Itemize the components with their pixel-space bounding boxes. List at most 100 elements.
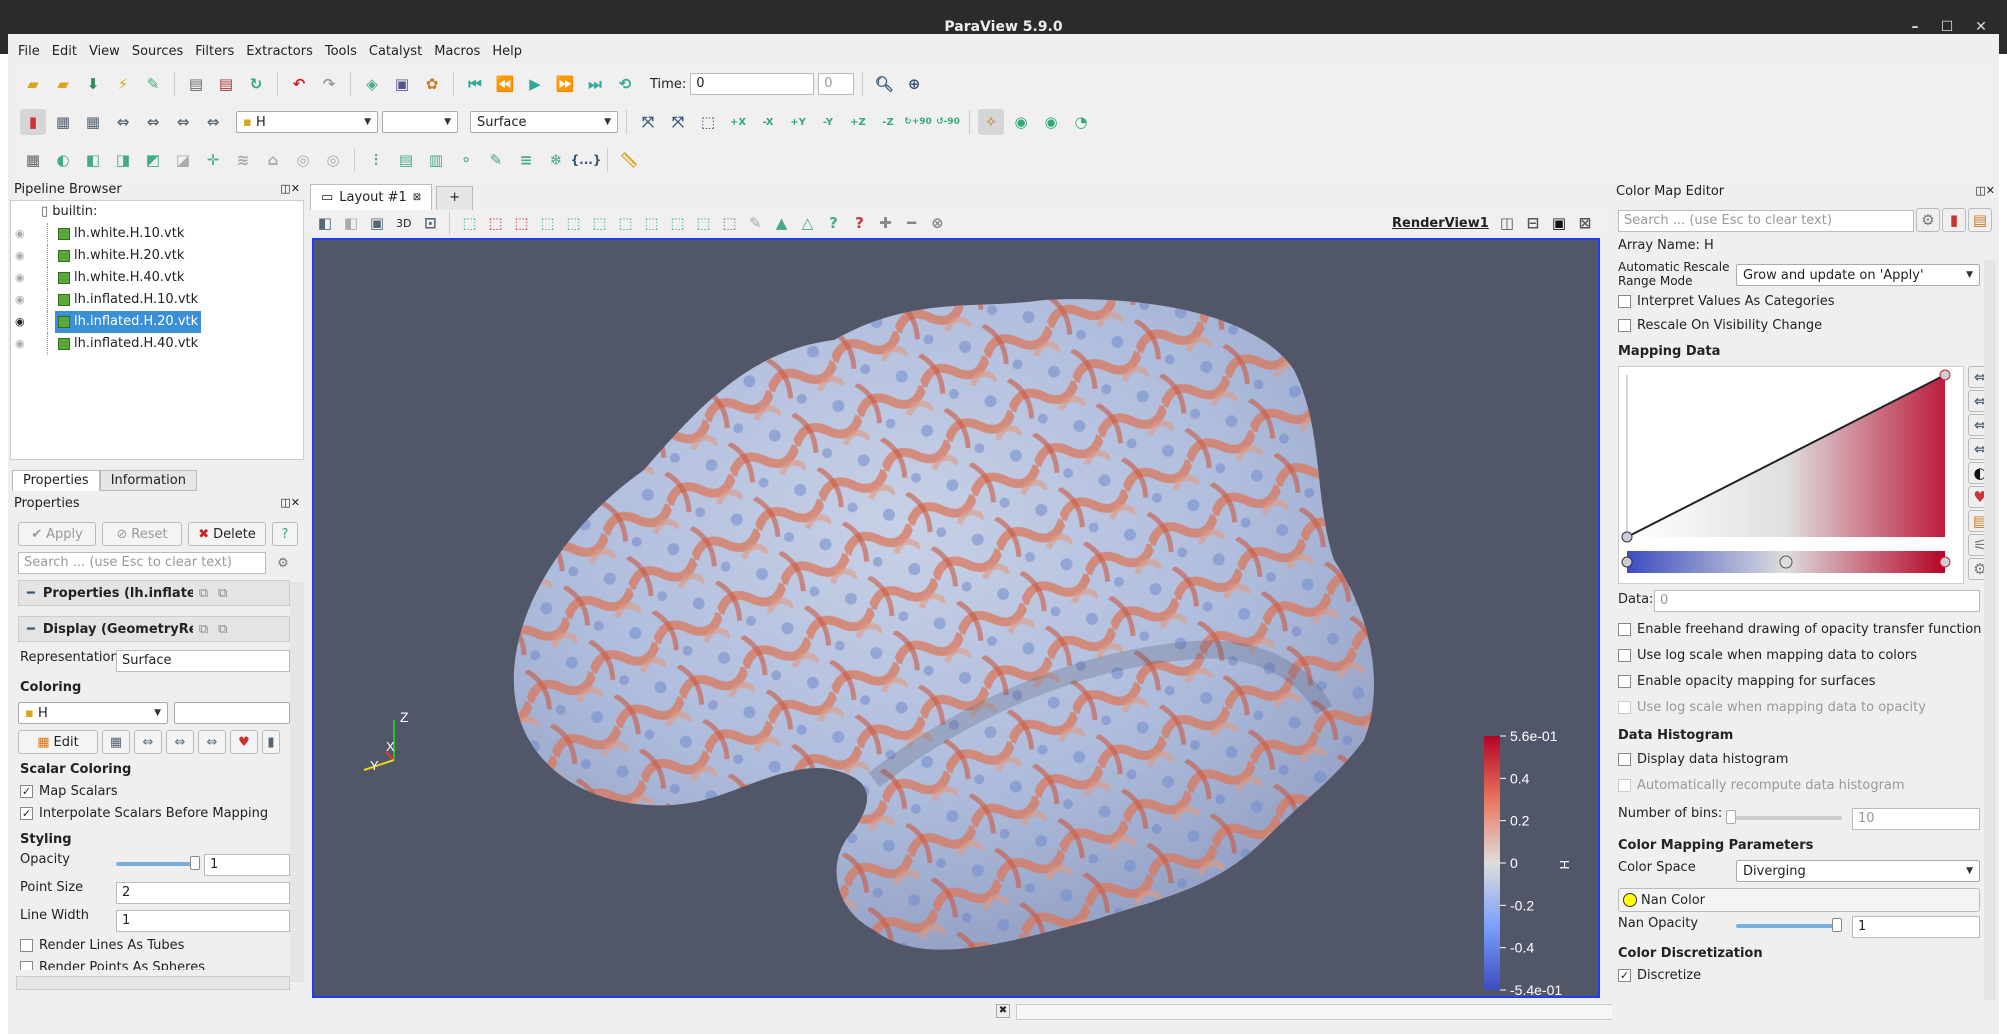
save-data-icon[interactable]: ⬇ (80, 71, 106, 97)
tab-layout-1[interactable]: ▭ Layout #1 ⊠ (310, 184, 433, 210)
rescale-icon[interactable]: ▦ (102, 730, 130, 754)
properties-scrollbar[interactable] (290, 582, 304, 982)
bins-slider-track[interactable] (1726, 816, 1842, 820)
pipeline-root[interactable]: ▯ builtin: (11, 201, 303, 223)
reset-camera-closest-icon[interactable]: ⤧ (665, 109, 691, 135)
render-points-row[interactable]: Render Points As Spheres (20, 960, 205, 970)
opacity-input[interactable]: 1 (204, 854, 290, 876)
select-points-on-icon[interactable]: ⬚ (484, 212, 506, 234)
cme-gear-icon[interactable]: ⚙ (1916, 208, 1940, 232)
freehand-checkbox[interactable] (1618, 623, 1631, 636)
coloring-array-combo[interactable]: ▪ H ▼ (18, 702, 168, 724)
camera-capture-icon[interactable]: ▣ (366, 212, 388, 234)
panel-float-close-icon[interactable]: ◫✕ (280, 496, 300, 509)
calculator-icon[interactable]: ▦ (20, 147, 46, 173)
threed-toggle[interactable]: 3D (392, 217, 415, 230)
log-opacity-checkbox[interactable] (1618, 701, 1631, 714)
cme-search-input[interactable]: Search ... (use Esc to clear text) (1618, 210, 1914, 232)
interpret-categories-checkbox[interactable] (1618, 295, 1631, 308)
log-colors-checkbox[interactable] (1618, 649, 1631, 662)
rotate-minus-90-icon[interactable]: ↺ -90 (935, 109, 961, 135)
first-frame-icon[interactable]: ⏮ (462, 71, 488, 97)
render-points-checkbox[interactable] (20, 961, 33, 970)
add-layout-tab[interactable]: + (436, 186, 474, 210)
edit-color-map-icon[interactable]: ▦ (50, 109, 76, 135)
eye-closed-icon[interactable]: ◉ (15, 267, 25, 289)
properties-horizontal-scrollbar[interactable] (16, 976, 290, 990)
palette-icon[interactable]: ✿ (419, 71, 445, 97)
rescale-custom-icon[interactable]: ⇔ (134, 730, 162, 754)
color-midpoint[interactable] (1779, 555, 1793, 569)
open-recent-icon[interactable]: ▰ (50, 71, 76, 97)
bins-slider-handle[interactable] (1726, 810, 1736, 824)
menu-help[interactable]: Help (486, 44, 528, 66)
group-icon[interactable]: ◎ (290, 147, 316, 173)
opacity-slider-track[interactable] (116, 862, 200, 866)
load-state-icon[interactable]: ▤ (213, 71, 239, 97)
show-center-icon[interactable]: ◉ (1008, 109, 1034, 135)
reset-center-icon[interactable]: ◉ (1038, 109, 1064, 135)
eye-closed-icon[interactable]: ◉ (15, 333, 25, 355)
hover-cells-icon[interactable]: ⬚ (666, 212, 688, 234)
previous-frame-icon[interactable]: ⏪ (492, 71, 518, 97)
rescale-temporal-icon[interactable]: ⇔ (166, 730, 194, 754)
python-script-icon[interactable]: {...} (571, 147, 602, 173)
transfer-function-editor[interactable] (1618, 366, 1964, 584)
undo-icon[interactable]: ↶ (286, 71, 312, 97)
opacity-control-point[interactable] (1621, 531, 1633, 543)
map-scalars-row[interactable]: ✓ Map Scalars (20, 784, 118, 799)
discretize-row[interactable]: ✓ Discretize (1618, 968, 1701, 983)
display-group-header[interactable]: ━ Display (GeometryRe ⧉ ⧉ (18, 616, 290, 642)
contour-icon[interactable]: ◐ (50, 147, 76, 173)
clip-icon[interactable]: ◧ (80, 147, 106, 173)
menu-edit[interactable]: Edit (46, 44, 83, 66)
split-vertical-icon[interactable]: ⊟ (1522, 212, 1544, 234)
log-colors-row[interactable]: Use log scale when mapping data to color… (1618, 648, 1917, 663)
threshold-icon[interactable]: ◩ (140, 147, 166, 173)
split-horizontal-icon[interactable]: ◫ (1496, 212, 1518, 234)
reset-session-icon[interactable]: ↻ (243, 71, 269, 97)
rescale-data-range-icon[interactable]: ⇔ (110, 109, 136, 135)
cme-scrollbar[interactable] (1984, 260, 1996, 1000)
rescale-visibility-row[interactable]: Rescale On Visibility Change (1618, 318, 1822, 333)
advanced-gear-icon[interactable]: ⚙ (270, 550, 296, 576)
reset-camera-icon[interactable]: ⤧ (635, 109, 661, 135)
shrink-selection-icon[interactable]: ⬚ (718, 212, 740, 234)
log-opacity-row[interactable]: Use log scale when mapping data to opaci… (1618, 700, 1926, 715)
auto-recompute-row[interactable]: Automatically recompute data histogram (1618, 778, 1905, 793)
cme-save-default-icon[interactable]: ▮ (1942, 208, 1966, 232)
grow-icon[interactable]: ▲ (770, 212, 792, 234)
select-cells-through-icon[interactable]: ⬚ (510, 212, 532, 234)
reset-range-icon[interactable]: ▦ (80, 109, 106, 135)
output-messages-icon[interactable]: ✖ (996, 1004, 1010, 1018)
connect-icon[interactable]: ⚡ (110, 71, 136, 97)
paste-icon[interactable]: ⧉ (218, 586, 227, 601)
redo-icon[interactable]: ↷ (316, 71, 342, 97)
interactive-select-icon[interactable]: ⬚ (614, 212, 636, 234)
toggle-color-legend-icon[interactable]: ▮ (20, 109, 46, 135)
capture-disabled-icon[interactable]: ◧ (340, 212, 362, 234)
data-value-input[interactable]: 0 (1654, 590, 1980, 612)
render-view-label[interactable]: RenderView1 (1392, 216, 1489, 231)
pipeline-item[interactable]: ◉ lh.white.H.40.vtk (11, 267, 303, 289)
close-view-icon[interactable]: ⊠ (1574, 212, 1596, 234)
view-minus-z-icon[interactable]: -Z (875, 109, 901, 135)
disconnect-icon[interactable]: ✎ (140, 71, 166, 97)
histogram-icon[interactable]: ▥ (423, 147, 449, 173)
discretize-checkbox[interactable]: ✓ (1618, 969, 1631, 982)
properties-group-header[interactable]: ━ Properties (lh.inflate ⧉ ⧉ (18, 580, 290, 606)
render-lines-checkbox[interactable] (20, 939, 33, 952)
save-state-icon[interactable]: ▤ (183, 71, 209, 97)
color-control-point[interactable] (1621, 556, 1633, 568)
tab-properties[interactable]: Properties (12, 470, 100, 491)
render-view[interactable]: Z X Y 5.6e-01 0.4 0.2 0 -0.2 -0.4 -5.4e-01 H (312, 238, 1600, 998)
temporal-stats-icon[interactable]: ≡ (513, 147, 539, 173)
view-plus-x-icon[interactable]: +X (725, 109, 751, 135)
menu-view[interactable]: View (83, 44, 126, 66)
component-combo[interactable]: ▼ (382, 111, 458, 133)
rescale-custom-icon[interactable]: ⇔ (140, 109, 166, 135)
render-canvas[interactable]: Z X Y 5.6e-01 0.4 0.2 0 -0.2 -0.4 -5.4e-01 H (314, 240, 1598, 996)
copy-icon[interactable]: ⧉ (199, 622, 208, 637)
zoom-to-data-icon[interactable]: ⬚ (695, 109, 721, 135)
color-space-combo[interactable]: Diverging ▼ (1736, 860, 1980, 882)
